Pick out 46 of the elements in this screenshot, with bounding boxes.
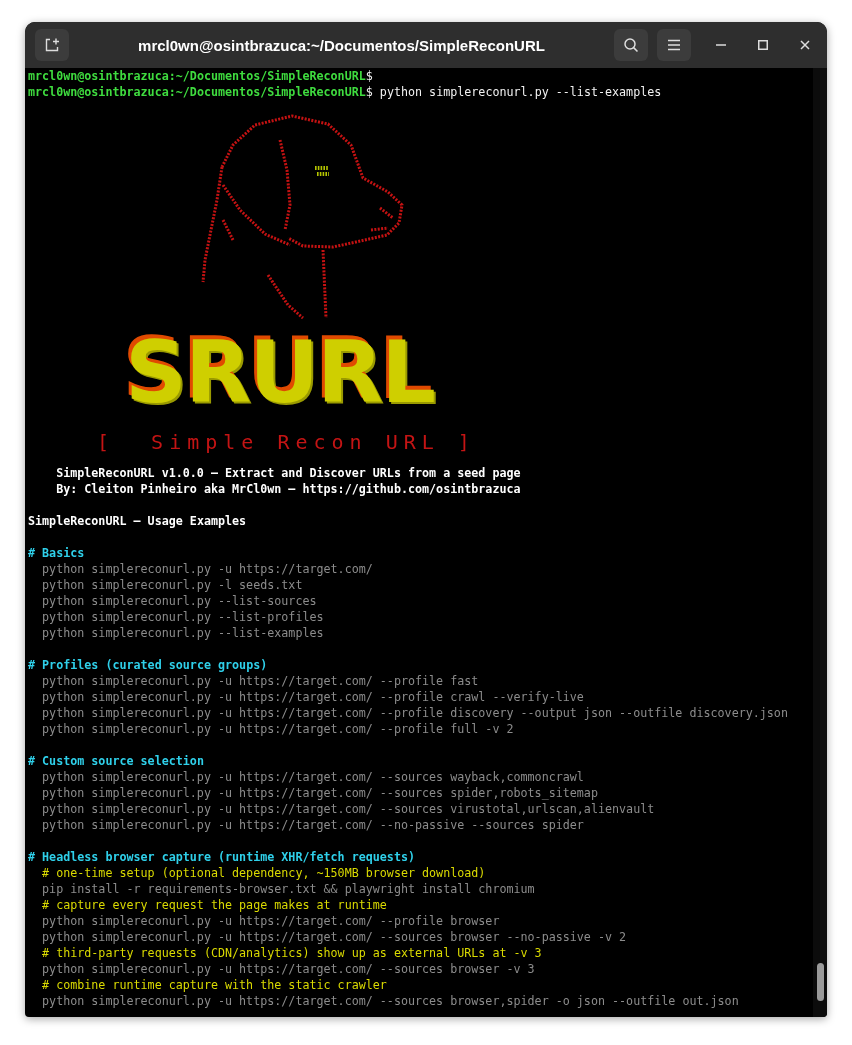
comment-line: # capture every request the page makes at runtime [41,897,388,913]
command-line: python simplereconurl.py --list-sources [41,593,318,609]
comment-line: # third-party requests (CDN/analytics) show up as external URLs at -v 3 [41,945,543,961]
section-heading: # Profiles (curated source groups) [28,657,269,673]
command-line: python simplereconurl.py -u https://target.com/ --profile browser [41,913,501,929]
prompt-text: mrcl0wn@osintbrazuca:~/Documentos/SimpleReconURL [28,85,366,99]
banner-text: By: Cleiton Pinheiro aka MrCl0wn – https://github.com/osintbrazuca [55,481,522,497]
menu-button[interactable] [657,29,691,61]
close-icon [800,40,810,50]
new-tab-button[interactable] [35,29,69,61]
command-text: python simplereconurl.py --list-examples [379,85,662,99]
command-line: python simplereconurl.py -u https://target.com/ --profile fast [41,673,480,689]
maximize-icon [758,40,768,50]
command-line: python simplereconurl.py -u https://target.com/ --profile discovery --output json --outfile discovery.json [41,705,789,721]
command-line: python simplereconurl.py -u https://target.com/ --sources browser,spider -o json --outfile out.json [41,993,740,1009]
search-icon [623,37,639,53]
subtitle-text: [ Simple Recon URL ] [97,429,477,456]
command-line: python simplereconurl.py -u https://target.com/ --sources browser -v 3 [41,961,536,977]
command-line: python simplereconurl.py -u https://target.com/ --no-passive --sources spider [41,817,585,833]
command-line: python simplereconurl.py -u https://target.com/ --sources spider,robots_sitemap [41,785,599,801]
banner-text: SimpleReconURL v1.0.0 – Extract and Discover URLs from a seed page [55,465,522,481]
search-button[interactable] [614,29,648,61]
section-heading: # Headless browser capture (runtime XHR/fetch requests) [28,849,416,865]
command-line: python simplereconurl.py -l seeds.txt [41,577,304,593]
command-line: python simplereconurl.py -u https://target.com/ --sources wayback,commoncrawl [41,769,585,785]
window-title: mrcl0wn@osintbrazuca:~/Documentos/SimpleReconURL [137,36,546,54]
prompt-symbol: $ [365,69,373,83]
prompt-text: mrcl0wn@osintbrazuca:~/Documentos/SimpleReconURL [28,69,366,83]
command-line: python simplereconurl.py -u https://target.com/ [41,561,374,577]
command-line: python simplereconurl.py -u https://target.com/ --sources virustotal,urlscan,alienvault [41,801,656,817]
command-line: pip install -r requirements-browser.txt && playwright install chromium [41,881,536,897]
logo-text: SRURL [125,322,435,424]
section-heading: # Custom source selection [28,753,205,769]
menu-icon [667,39,681,51]
prompt-symbol: $ [365,85,373,99]
heading-text: SimpleReconURL — Usage Examples [28,513,248,529]
command-line: python simplereconurl.py -u https://target.com/ --profile crawl --verify-live [41,689,585,705]
comment-line: # combine runtime capture with the static crawler [41,977,388,993]
command-line: python simplereconurl.py --list-examples [41,625,325,641]
command-line: python simplereconurl.py -u https://target.com/ --sources browser --no-passive -v 2 [41,929,628,945]
comment-line: # one-time setup (optional dependency, ~150MB browser download) [41,865,487,881]
scrollbar-thumb[interactable] [817,963,824,1001]
command-line: python simplereconurl.py --list-profiles [41,609,325,625]
command-line: python simplereconurl.py -u https://target.com/ --profile full -v 2 [41,721,515,737]
section-heading: # Basics [28,545,86,561]
minimize-icon [716,44,726,46]
